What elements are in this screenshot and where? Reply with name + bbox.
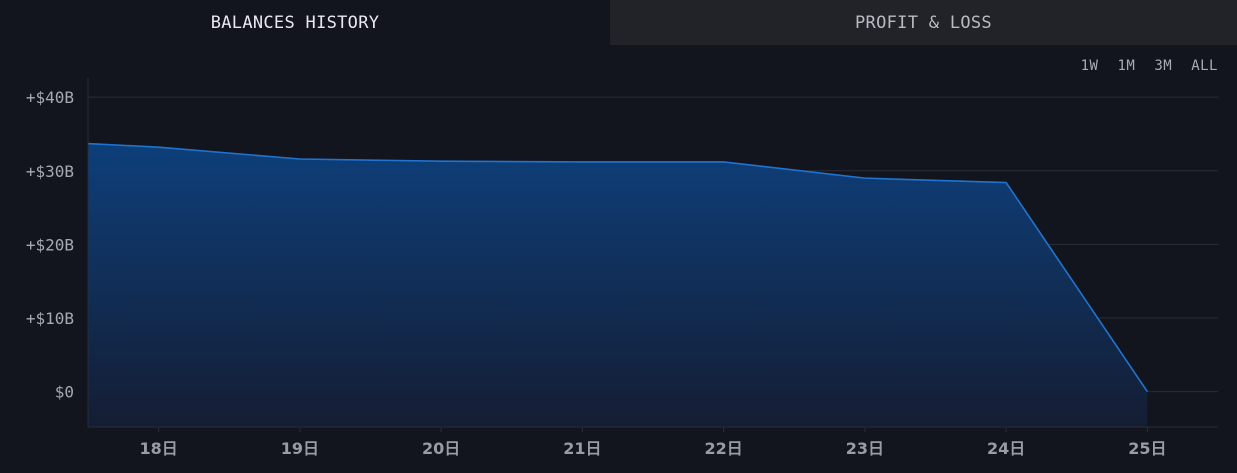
y-tick-label-1: +$10B bbox=[26, 309, 74, 328]
balances-area-chart: $0 +$10B +$20B +$30B +$40B 18日 19日 20日 21日 22日 23… bbox=[26, 78, 1218, 458]
x-tick-label-2: 20日 bbox=[422, 439, 460, 458]
x-axis-ticks: 18日 19日 20日 21日 22日 23日 24日 25日 bbox=[139, 427, 1167, 458]
x-tick-label-3: 21日 bbox=[563, 439, 601, 458]
area-layer bbox=[87, 142, 1149, 427]
y-tick-label-2: +$20B bbox=[26, 235, 74, 254]
x-tick-label-4: 22日 bbox=[704, 439, 742, 458]
x-tick-label-0: 18日 bbox=[139, 439, 177, 458]
series-area-fill bbox=[88, 143, 1148, 427]
y-tick-label-3: +$30B bbox=[26, 162, 74, 181]
x-tick-label-1: 19日 bbox=[281, 439, 319, 458]
x-tick-label-5: 23日 bbox=[846, 439, 884, 458]
x-tick-label-6: 24日 bbox=[987, 439, 1025, 458]
x-tick-label-7: 25日 bbox=[1128, 439, 1166, 458]
y-tick-label-4: +$40B bbox=[26, 88, 74, 107]
y-axis-ticks: $0 +$10B +$20B +$30B +$40B bbox=[26, 88, 74, 402]
y-tick-label-0: $0 bbox=[55, 383, 74, 402]
